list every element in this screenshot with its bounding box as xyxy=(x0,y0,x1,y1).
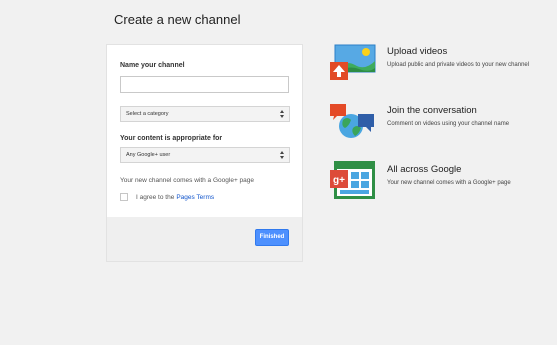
feature-join-conversation: Join the conversation Comment on videos … xyxy=(329,102,554,142)
feature-title: Join the conversation xyxy=(387,105,477,116)
channel-name-input[interactable] xyxy=(120,76,289,93)
feature-description: Comment on videos using your channel nam… xyxy=(387,121,510,127)
conversation-icon xyxy=(330,104,374,138)
feature-title: All across Google xyxy=(387,164,462,175)
select-arrows-icon xyxy=(280,110,285,118)
finished-button[interactable]: Finished xyxy=(255,229,289,246)
upload-image-icon xyxy=(330,44,376,80)
feature-description: Your new channel comes with a Google+ pa… xyxy=(387,180,511,186)
content-audience-label: Your content is appropriate for xyxy=(120,135,223,142)
feature-title: Upload videos xyxy=(387,46,448,57)
category-select[interactable]: Select a category xyxy=(120,106,290,122)
agree-text: I agree to the xyxy=(136,193,175,201)
feature-all-across-google: g+ All across Google Your new channel co… xyxy=(329,161,554,201)
create-channel-form: Name your channel Select a category Your… xyxy=(106,44,303,262)
feature-upload-videos: Upload videos Upload public and private … xyxy=(329,43,554,83)
select-arrows-icon xyxy=(280,151,285,159)
channel-name-label: Name your channel xyxy=(120,62,185,69)
google-plus-note: Your new channel comes with a Google+ pa… xyxy=(120,177,255,184)
audience-select-value: Any Google+ user xyxy=(126,152,171,158)
pages-terms-link[interactable]: Pages Terms xyxy=(176,194,214,201)
audience-select[interactable]: Any Google+ user xyxy=(120,147,290,163)
category-select-value: Select a category xyxy=(126,111,169,117)
page-title: Create a new channel xyxy=(114,12,241,27)
terms-agreement-row: I agree to the Pages Terms xyxy=(120,193,214,201)
agree-checkbox[interactable] xyxy=(120,193,128,201)
google-plus-page-icon: g+ xyxy=(330,161,375,199)
feature-description: Upload public and private videos to your… xyxy=(387,62,530,68)
svg-text:g+: g+ xyxy=(333,175,345,186)
